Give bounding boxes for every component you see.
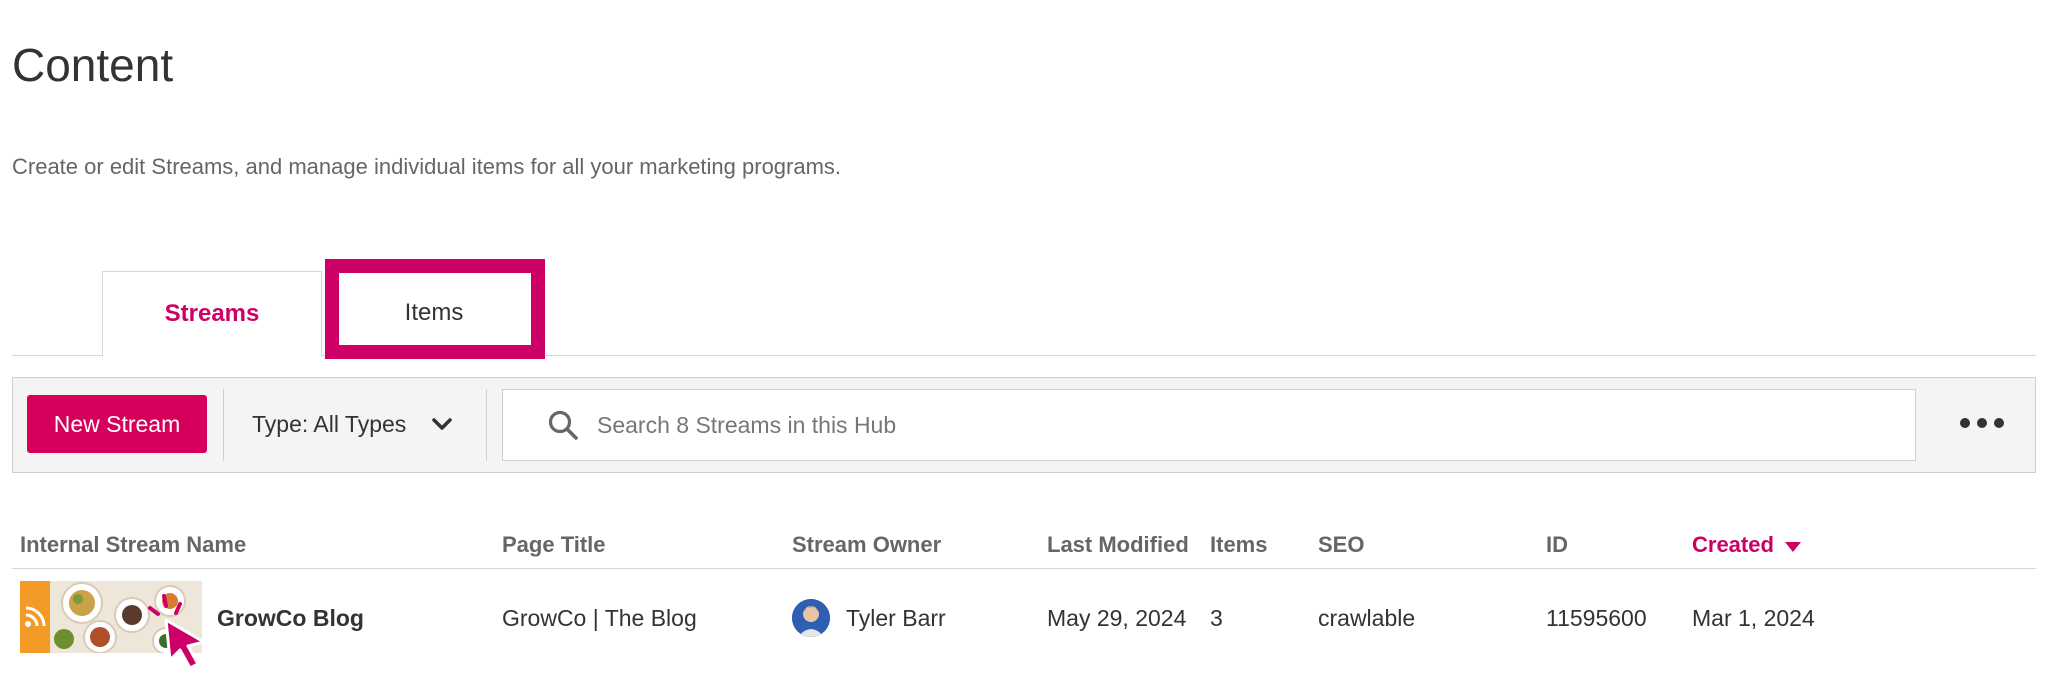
column-header-id[interactable]: ID	[1546, 532, 1568, 558]
search-box[interactable]	[502, 389, 1916, 461]
new-stream-button[interactable]: New Stream	[27, 395, 207, 453]
tab-streams[interactable]: Streams	[102, 271, 322, 357]
tab-items-label: Items	[404, 299, 464, 326]
ellipsis-icon[interactable]	[1960, 408, 2004, 438]
column-header-page-title[interactable]: Page Title	[502, 532, 606, 558]
column-header-internal-stream-name[interactable]: Internal Stream Name	[20, 532, 246, 558]
tab-streams-label: Streams	[164, 300, 260, 327]
id-cell: 11595600	[1546, 605, 1647, 631]
stream-owner-cell: Tyler Barr	[846, 605, 946, 631]
avatar	[792, 599, 830, 637]
type-filter-label: Type: All Types	[252, 410, 407, 437]
rss-icon	[20, 581, 50, 653]
search-input[interactable]	[595, 410, 1799, 440]
search-icon	[547, 409, 579, 441]
tab-items[interactable]: Items	[324, 271, 544, 355]
stream-name-link[interactable]: GrowCo Blog	[217, 605, 364, 632]
column-header-created[interactable]: Created	[1692, 532, 1802, 559]
sort-desc-icon	[1784, 533, 1802, 559]
column-header-seo[interactable]: SEO	[1318, 532, 1364, 558]
chevron-down-icon	[432, 417, 453, 431]
table-header-divider	[12, 568, 2036, 569]
created-cell: Mar 1, 2024	[1692, 605, 1815, 631]
column-header-items[interactable]: Items	[1210, 532, 1267, 558]
column-header-stream-owner[interactable]: Stream Owner	[792, 532, 941, 558]
column-header-created-label: Created	[1692, 532, 1774, 557]
items-count-cell: 3	[1210, 605, 1223, 631]
page-title: Content	[12, 39, 174, 91]
page-subtitle: Create or edit Streams, and manage indiv…	[12, 154, 842, 179]
last-modified-cell: May 29, 2024	[1047, 605, 1187, 631]
toolbar-divider	[486, 389, 487, 461]
seo-cell: crawlable	[1318, 605, 1416, 631]
toolbar-divider	[223, 389, 224, 461]
click-cursor-icon	[136, 588, 216, 673]
column-header-last-modified[interactable]: Last Modified	[1047, 532, 1189, 558]
type-filter-dropdown[interactable]: Type: All Types	[252, 395, 453, 453]
page-title-cell: GrowCo | The Blog	[502, 605, 697, 631]
